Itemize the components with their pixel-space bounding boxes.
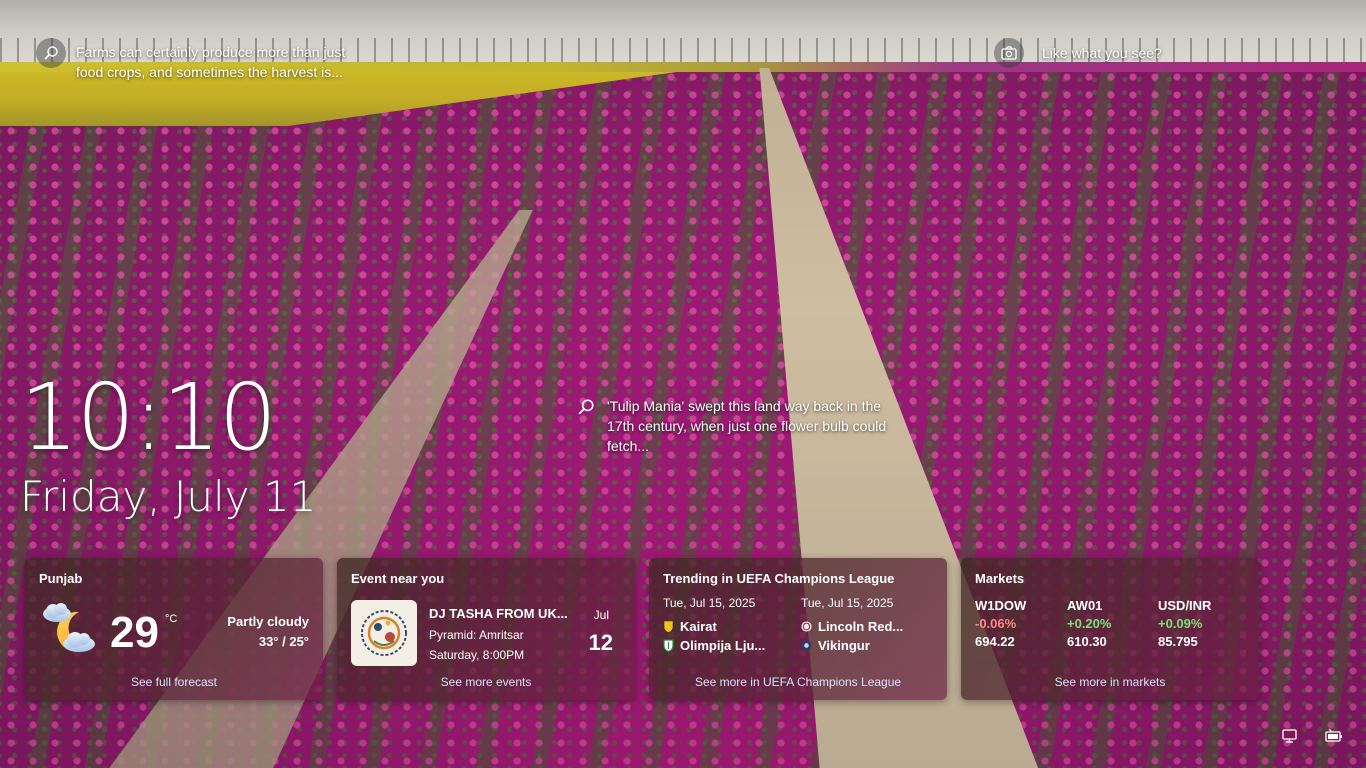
- market-change: +0.20%: [1067, 616, 1112, 631]
- weather-card[interactable]: Punjab 29 °C Partly cloudy 33° / 25° See…: [25, 558, 323, 700]
- weather-unit: °C: [165, 613, 178, 625]
- event-artwork-icon: [361, 610, 407, 656]
- match-team: Olimpija Lju...: [663, 638, 793, 653]
- weather-location: Punjab: [39, 571, 83, 586]
- match-date: Tue, Jul 15, 2025: [801, 596, 894, 610]
- search-icon[interactable]: [575, 396, 597, 418]
- event-day: 12: [588, 630, 613, 655]
- sports-card[interactable]: Trending in UEFA Champions League Tue, J…: [649, 558, 947, 700]
- markets-card[interactable]: Markets W1DOW -0.06% 694.22 AW01 +0.20% …: [961, 558, 1259, 700]
- like-prompt[interactable]: Like what you see?: [1042, 43, 1162, 63]
- weather-temperature: 29: [110, 608, 159, 657]
- camera-icon[interactable]: [994, 38, 1024, 68]
- match-team: Vikingur: [801, 638, 931, 653]
- partly-cloudy-night-icon: [43, 603, 95, 652]
- like-what-you-see[interactable]: Like what you see?: [994, 38, 1162, 68]
- lincoln-red-crest-icon: [801, 621, 812, 632]
- caption-text[interactable]: 'Tulip Mania' swept this land way back i…: [607, 396, 905, 456]
- see-more-markets-link[interactable]: See more in markets: [961, 675, 1259, 689]
- market-item[interactable]: W1DOW -0.06% 694.22: [975, 598, 1065, 649]
- network-icon[interactable]: [1282, 728, 1300, 744]
- see-more-events-link[interactable]: See more events: [337, 675, 635, 689]
- market-item[interactable]: USD/INR +0.09% 85.795: [1158, 598, 1248, 649]
- match-item[interactable]: Tue, Jul 15, 2025 Kairat Olimpija Lju...: [663, 596, 793, 657]
- search-icon[interactable]: [36, 38, 66, 68]
- kairat-crest-icon: [663, 620, 674, 633]
- market-value: 85.795: [1158, 634, 1198, 649]
- event-card[interactable]: Event near you DJ TASHA FROM UK... Pyram…: [337, 558, 635, 700]
- market-symbol: USD/INR: [1158, 598, 1212, 613]
- event-card-title: Event near you: [351, 571, 445, 586]
- event-venue: Pyramid: Amritsar: [429, 628, 524, 642]
- weather-range: 33° / 25°: [258, 634, 309, 649]
- market-value: 694.22: [975, 634, 1015, 649]
- clock-date: Friday, July 11: [20, 472, 317, 521]
- match-team: Kairat: [663, 619, 793, 634]
- market-item[interactable]: AW01 +0.20% 610.30: [1067, 598, 1157, 649]
- event-name[interactable]: DJ TASHA FROM UK...: [429, 606, 568, 621]
- event-thumbnail[interactable]: [351, 600, 417, 666]
- match-item[interactable]: Tue, Jul 15, 2025 Lincoln Red... Vikingu…: [801, 596, 931, 657]
- markets-card-title: Markets: [975, 571, 1025, 586]
- match-date: Tue, Jul 15, 2025: [663, 596, 756, 610]
- see-more-uefa-link[interactable]: See more in UEFA Champions League: [649, 675, 947, 689]
- sports-card-title: Trending in UEFA Champions League: [663, 571, 895, 586]
- spotlight-caption-top[interactable]: Farms can certainly produce more than ju…: [36, 38, 356, 82]
- event-month: Jul: [593, 608, 609, 622]
- market-change: -0.06%: [975, 616, 1017, 631]
- market-value: 610.30: [1067, 634, 1107, 649]
- market-symbol: AW01: [1067, 598, 1103, 613]
- market-change: +0.09%: [1158, 616, 1203, 631]
- vikingur-crest-icon: [801, 640, 812, 651]
- caption-text[interactable]: Farms can certainly produce more than ju…: [76, 42, 356, 82]
- clock-time: 10:10: [20, 364, 277, 471]
- weather-condition: Partly cloudy: [227, 614, 309, 629]
- market-symbol: W1DOW: [975, 598, 1027, 613]
- see-full-forecast-link[interactable]: See full forecast: [25, 675, 323, 689]
- match-team: Lincoln Red...: [801, 619, 931, 634]
- olimpija-crest-icon: [663, 639, 674, 652]
- event-time: Saturday, 8:00PM: [429, 648, 525, 662]
- spotlight-caption-mid[interactable]: 'Tulip Mania' swept this land way back i…: [575, 396, 905, 456]
- battery-icon[interactable]: [1325, 728, 1343, 744]
